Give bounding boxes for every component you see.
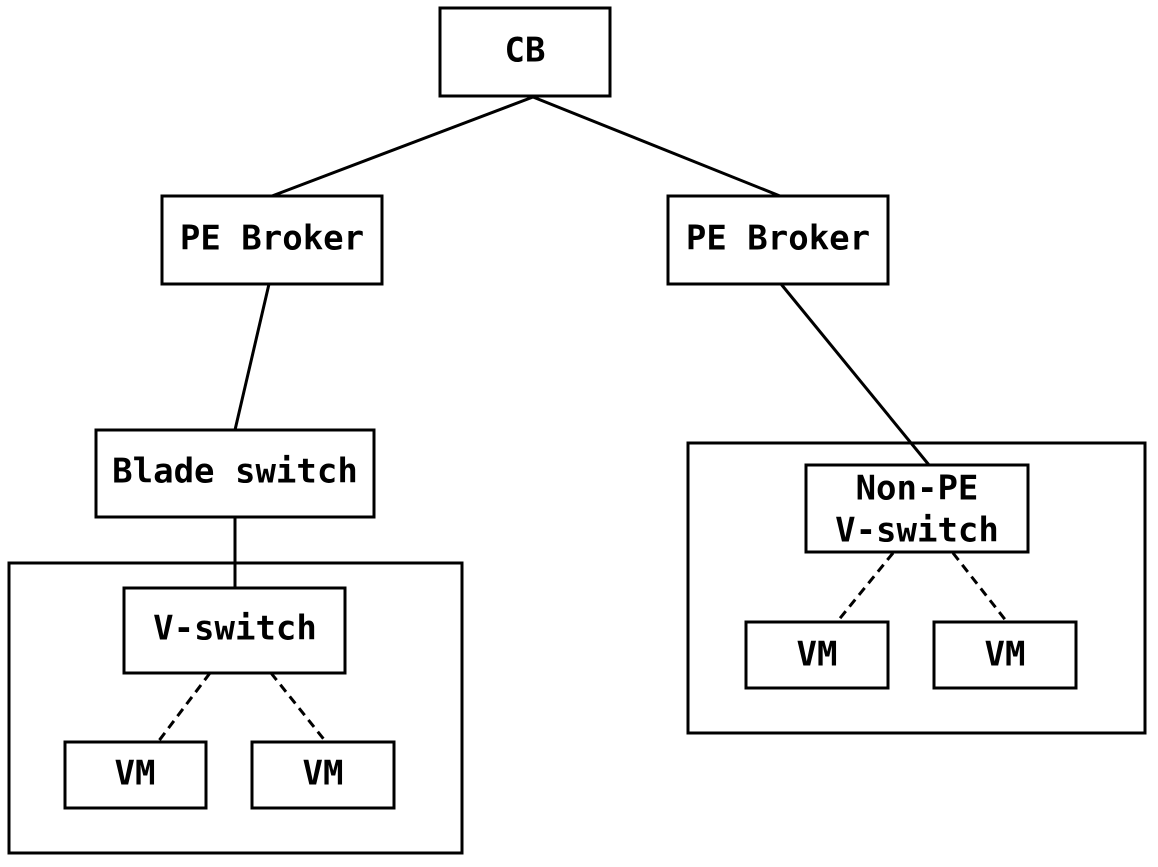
pe-broker-left-node[interactable]: PE Broker bbox=[160, 194, 384, 286]
edge-non-pe-v-switch-to-vm-right-2 bbox=[951, 552, 1009, 623]
v-switch-node[interactable]: V-switch bbox=[122, 586, 347, 675]
non-pe-v-switch-label-line2: V-switch bbox=[835, 511, 999, 551]
pe-broker-right-label: PE Broker bbox=[686, 219, 870, 259]
edge-v-switch-to-vm-left-1 bbox=[156, 672, 212, 743]
edge-non-pe-v-switch-to-vm-right-1 bbox=[835, 552, 895, 623]
v-switch-label: V-switch bbox=[153, 609, 317, 649]
pe-broker-left-label: PE Broker bbox=[180, 219, 364, 259]
blade-switch-label: Blade switch bbox=[112, 452, 358, 492]
vm-left-1-label: VM bbox=[115, 754, 156, 794]
edge-right-pe-broker-to-non-pe-v-switch bbox=[779, 283, 931, 466]
edge-cb-to-right-pe-broker bbox=[532, 95, 781, 198]
network-diagram: CB PE Broker PE Broker Blade switch V-sw… bbox=[7, 6, 1147, 855]
vm-left-2-node[interactable]: VM bbox=[250, 740, 396, 810]
vm-left-1-node[interactable]: VM bbox=[63, 740, 208, 810]
non-pe-v-switch-node[interactable]: Non-PE V-switch bbox=[804, 463, 1030, 554]
vm-right-2-node[interactable]: VM bbox=[932, 620, 1078, 690]
cb-label: CB bbox=[505, 31, 546, 71]
edge-left-pe-broker-to-blade-switch bbox=[233, 283, 271, 431]
edge-cb-to-left-pe-broker bbox=[271, 95, 534, 198]
vm-left-2-label: VM bbox=[303, 754, 344, 794]
non-pe-v-switch-label-line1: Non-PE bbox=[856, 469, 979, 509]
vm-right-1-label: VM bbox=[797, 635, 838, 675]
edge-v-switch-to-vm-left-2 bbox=[269, 672, 328, 743]
blade-switch-node[interactable]: Blade switch bbox=[94, 428, 376, 519]
vm-right-2-label: VM bbox=[985, 635, 1026, 675]
cb-node[interactable]: CB bbox=[438, 6, 612, 98]
pe-broker-right-node[interactable]: PE Broker bbox=[666, 194, 890, 286]
vm-right-1-node[interactable]: VM bbox=[744, 620, 890, 690]
